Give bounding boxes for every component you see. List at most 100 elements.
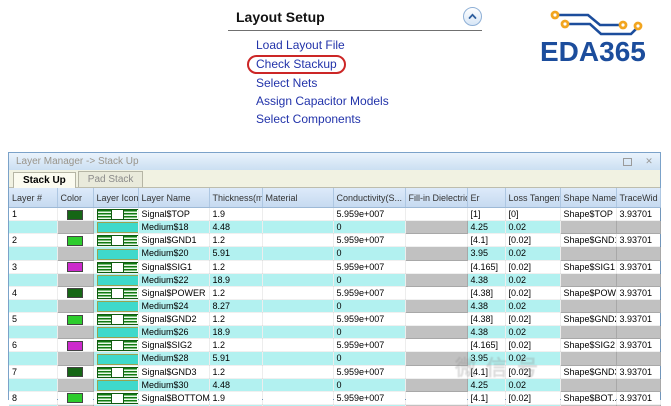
cell-num[interactable]: 4 [9, 286, 58, 300]
column-header-er[interactable]: Er [467, 188, 506, 208]
cell-shape[interactable]: Shape$GND3 [560, 365, 617, 379]
cell-shape[interactable]: Shape$TOP [560, 207, 617, 222]
cell-fill-in[interactable] [405, 391, 468, 405]
cell-trace-width[interactable]: 3.93701 [616, 233, 661, 248]
cell-fill-in[interactable] [405, 351, 468, 366]
cell-icon[interactable] [93, 299, 139, 314]
cell-material[interactable] [262, 338, 334, 353]
medium-layer-icon[interactable] [96, 301, 137, 312]
cell-material[interactable] [262, 299, 334, 314]
cell-material[interactable] [262, 325, 334, 340]
cell-name[interactable]: Signal$SIG1 [138, 260, 210, 274]
cell-shape[interactable]: Shape$POWER [560, 286, 617, 300]
signal-layer-icon[interactable] [96, 235, 137, 246]
cell-material[interactable] [262, 273, 334, 287]
cell-er[interactable]: 3.95 [467, 246, 506, 261]
cell-icon[interactable] [93, 391, 139, 405]
cell-material[interactable] [262, 286, 334, 300]
cell-name[interactable]: Signal$BOTTOM [138, 391, 210, 405]
cell-thickness[interactable]: 1.2 [209, 312, 263, 327]
signal-layer-icon[interactable] [96, 287, 137, 299]
cell-conductivity[interactable]: 0 [333, 325, 406, 340]
cell-icon[interactable] [93, 312, 139, 327]
cell-fill-in[interactable] [405, 325, 468, 340]
cell-thickness[interactable]: 1.9 [209, 391, 263, 405]
cell-conductivity[interactable]: 0 [333, 220, 406, 235]
cell-num[interactable] [9, 378, 58, 392]
cell-loss-tangent[interactable]: 0.02 [505, 220, 561, 235]
cell-fill-in[interactable] [405, 220, 468, 235]
cell-er[interactable]: [4.38] [467, 286, 506, 300]
cell-fill-in[interactable] [405, 233, 468, 248]
cell-num[interactable] [9, 299, 58, 314]
cell-name[interactable]: Medium$30 [138, 378, 210, 392]
cell-num[interactable]: 3 [9, 260, 58, 274]
column-header-layer-icon[interactable]: Layer Icon [93, 188, 139, 208]
cell-conductivity[interactable]: 5.959e+007 [333, 233, 406, 248]
cell-trace-width[interactable]: 3.93701 [616, 365, 661, 379]
cell-trace-width[interactable] [616, 273, 661, 287]
column-header-material[interactable]: Material [262, 188, 334, 208]
layer-color-swatch[interactable] [67, 235, 83, 246]
cell-name[interactable]: Signal$SIG2 [138, 338, 210, 353]
medium-layer-icon[interactable] [96, 274, 137, 286]
cell-er[interactable]: 4.25 [467, 220, 506, 235]
cell-loss-tangent[interactable]: [0.02] [505, 312, 561, 327]
signal-layer-icon[interactable] [96, 209, 137, 220]
cell-name[interactable]: Medium$20 [138, 246, 210, 261]
tab-pad-stack[interactable]: Pad Stack [77, 171, 144, 187]
cell-icon[interactable] [93, 220, 139, 235]
medium-layer-icon[interactable] [96, 327, 137, 338]
cell-loss-tangent[interactable]: 0.02 [505, 378, 561, 392]
cell-material[interactable] [262, 233, 334, 248]
cell-swatch[interactable] [57, 312, 94, 327]
cell-icon[interactable] [93, 338, 139, 353]
cell-conductivity[interactable]: 5.959e+007 [333, 391, 406, 405]
cell-fill-in[interactable] [405, 378, 468, 392]
close-button[interactable]: ✕ [642, 156, 656, 168]
cell-er[interactable]: [4.1] [467, 233, 506, 248]
cell-num[interactable]: 2 [9, 233, 58, 248]
cell-swatch[interactable] [57, 325, 94, 340]
cell-name[interactable]: Medium$28 [138, 351, 210, 366]
cell-conductivity[interactable]: 5.959e+007 [333, 286, 406, 300]
cell-name[interactable]: Signal$TOP [138, 207, 210, 222]
cell-icon[interactable] [93, 246, 139, 261]
cell-num[interactable]: 6 [9, 338, 58, 353]
menu-item-load-layout-file[interactable]: Load Layout File [256, 37, 345, 54]
cell-thickness[interactable]: 18.9 [209, 325, 263, 340]
cell-fill-in[interactable] [405, 286, 468, 300]
cell-loss-tangent[interactable]: 0.02 [505, 299, 561, 314]
cell-conductivity[interactable]: 5.959e+007 [333, 207, 406, 222]
signal-layer-icon[interactable] [96, 392, 137, 404]
cell-swatch[interactable] [57, 338, 94, 353]
column-header-conductivity-s-[interactable]: Conductivity(S... [333, 188, 406, 208]
cell-conductivity[interactable]: 0 [333, 378, 406, 392]
cell-loss-tangent[interactable]: 0.02 [505, 246, 561, 261]
cell-thickness[interactable]: 5.91 [209, 246, 263, 261]
cell-name[interactable]: Signal$GND1 [138, 233, 210, 248]
cell-trace-width[interactable] [616, 220, 661, 235]
cell-conductivity[interactable]: 0 [333, 299, 406, 314]
cell-icon[interactable] [93, 233, 139, 248]
cell-shape[interactable]: Shape$BOT... [560, 391, 617, 405]
cell-fill-in[interactable] [405, 365, 468, 379]
cell-er[interactable]: [4.1] [467, 391, 506, 405]
cell-swatch[interactable] [57, 365, 94, 379]
tab-stack-up[interactable]: Stack Up [13, 172, 76, 188]
cell-loss-tangent[interactable]: [0.02] [505, 365, 561, 379]
cell-thickness[interactable]: 1.2 [209, 365, 263, 379]
cell-shape[interactable] [560, 246, 617, 261]
cell-fill-in[interactable] [405, 273, 468, 287]
cell-loss-tangent[interactable]: [0.02] [505, 260, 561, 274]
cell-name[interactable]: Signal$GND3 [138, 365, 210, 379]
cell-thickness[interactable]: 8.27 [209, 299, 263, 314]
cell-thickness[interactable]: 5.91 [209, 351, 263, 366]
menu-item-assign-capacitor-models[interactable]: Assign Capacitor Models [256, 93, 389, 110]
cell-swatch[interactable] [57, 351, 94, 366]
cell-swatch[interactable] [57, 220, 94, 235]
cell-material[interactable] [262, 378, 334, 392]
cell-icon[interactable] [93, 286, 139, 300]
cell-num[interactable] [9, 273, 58, 287]
column-header-color[interactable]: Color [57, 188, 94, 208]
